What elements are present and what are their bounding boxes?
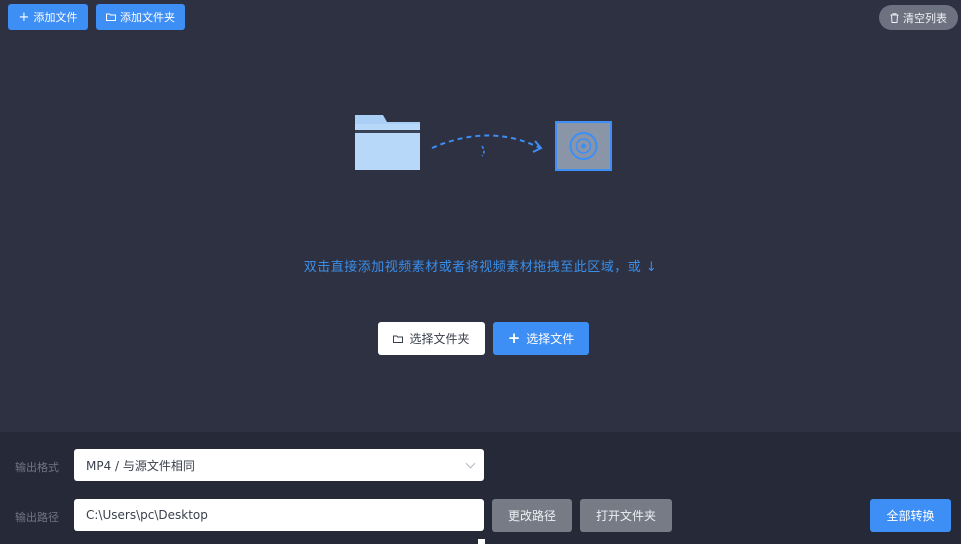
video-icon <box>555 121 612 171</box>
add-folder-label: 添加文件夹 <box>120 11 175 24</box>
add-file-label: 添加文件 <box>33 11 78 24</box>
add-folder-button[interactable]: 添加文件夹 <box>96 4 185 30</box>
output-path-input[interactable] <box>74 499 484 531</box>
plus-icon: + <box>18 9 30 25</box>
select-folder-button[interactable]: 选择文件夹 <box>378 322 485 355</box>
output-format-value: MP4 / 与源文件相同 <box>86 458 195 473</box>
open-folder-label: 打开文件夹 <box>595 509 656 523</box>
clear-list-label: 清空列表 <box>903 11 947 25</box>
plus-icon: + <box>507 329 521 347</box>
add-file-button[interactable]: + 添加文件 <box>8 4 88 30</box>
convert-all-button[interactable]: 全部转换 <box>870 499 951 532</box>
select-file-button[interactable]: + 选择文件 <box>493 322 589 355</box>
folder-icon <box>106 13 116 21</box>
convert-all-label: 全部转换 <box>886 509 935 523</box>
folder-icon <box>393 335 404 343</box>
folder-icon <box>355 115 420 170</box>
drop-zone[interactable] <box>0 36 961 432</box>
output-format-label: 输出格式 <box>15 461 59 474</box>
output-format-select[interactable]: MP4 / 与源文件相同 <box>74 449 484 481</box>
change-path-button[interactable]: 更改路径 <box>492 499 572 532</box>
select-folder-label: 选择文件夹 <box>409 332 470 346</box>
open-folder-button[interactable]: 打开文件夹 <box>580 499 672 532</box>
clear-list-button[interactable]: 清空列表 <box>879 5 958 30</box>
select-file-label: 选择文件 <box>526 332 575 346</box>
drag-illustration <box>355 115 612 171</box>
output-path-label: 输出路径 <box>15 511 59 524</box>
chevron-down-icon <box>465 458 476 469</box>
change-path-label: 更改路径 <box>507 509 556 523</box>
drop-hint-text: 双击直接添加视频素材或者将视频素材拖拽至此区域，或 ↓ <box>303 260 658 275</box>
trash-icon <box>890 12 899 23</box>
mouse-cursor <box>478 539 485 544</box>
